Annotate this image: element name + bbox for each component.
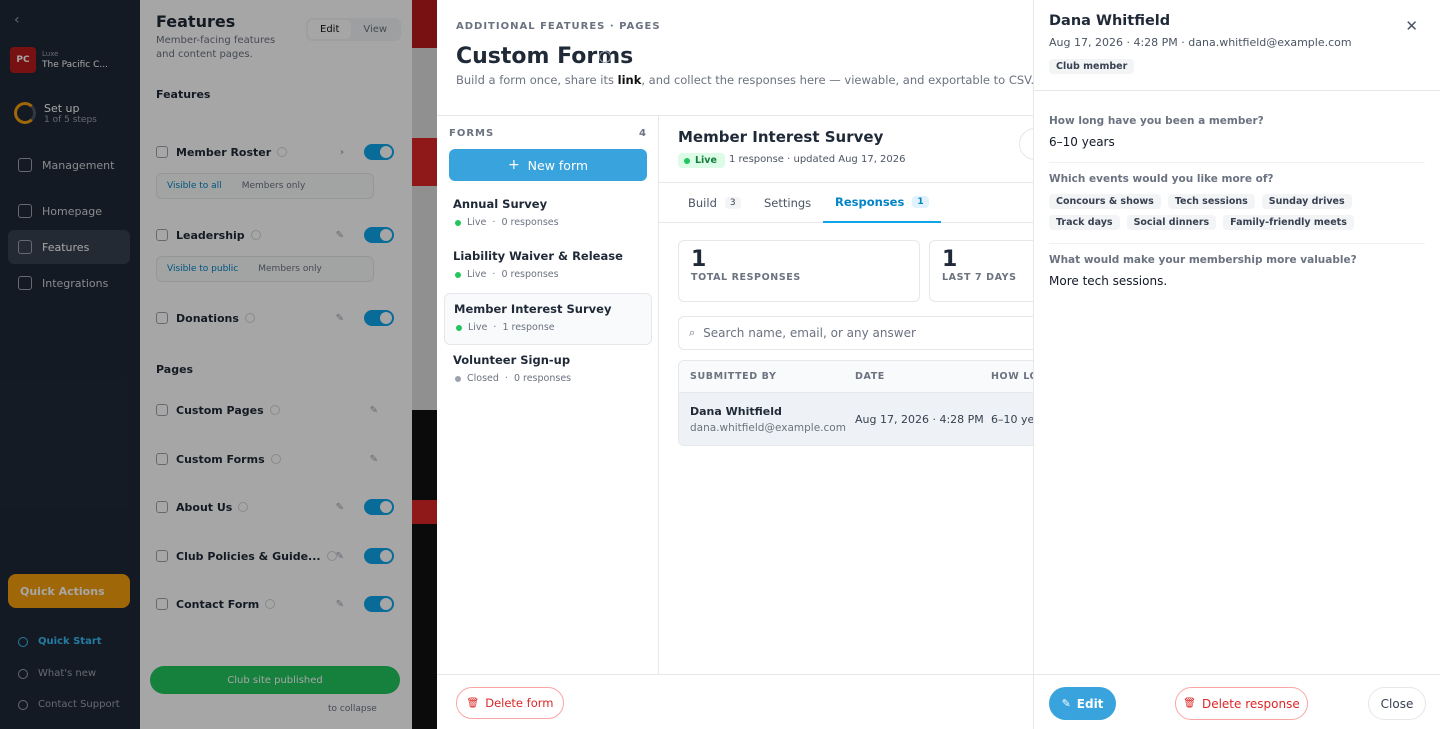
breadcrumb: ADDITIONAL FEATURES · PAGES	[456, 21, 661, 32]
table-row[interactable]: Dana Whitfield dana.whitfield@example.com…	[679, 393, 1033, 445]
answer-1: 6–10 years	[1049, 135, 1115, 149]
search-icon: ⌕	[689, 326, 696, 339]
status-badge: Live	[456, 322, 487, 333]
answer-2-chips: Concours & shows Tech sessions Sunday dr…	[1049, 194, 1429, 230]
tab-responses[interactable]: Responses 1	[823, 183, 941, 223]
modal-footer: 🗑 Delete form	[437, 674, 1033, 729]
question-1: How long have you been a member?	[1049, 115, 1264, 127]
question-3: What would make your membership more val…	[1049, 254, 1357, 266]
answer-3: More tech sessions.	[1049, 274, 1168, 288]
form-detail: Member Interest Survey Live 1 response ·…	[659, 116, 1033, 674]
response-how-long: 6–10 yea	[991, 412, 1033, 426]
responses-table: SUBMITTED BY DATE HOW LO Dana Whitfield d…	[678, 360, 1033, 446]
table-header: SUBMITTED BY DATE HOW LO	[679, 361, 1033, 393]
close-button[interactable]: Close	[1368, 687, 1426, 720]
stat-total-responses: 1 TOTAL RESPONSES	[678, 240, 920, 302]
form-item-member-interest-survey[interactable]: Member Interest Survey Live · 1 response	[444, 293, 652, 345]
modal-backdrop[interactable]	[0, 0, 437, 729]
preview-button[interactable]	[1019, 128, 1033, 160]
chip: Concours & shows	[1049, 194, 1161, 209]
response-meta: Aug 17, 2026 · 4:28 PM · dana.whitfield@…	[1049, 36, 1352, 49]
close-icon[interactable]: ✕	[1405, 17, 1418, 35]
response-date: Aug 17, 2026 · 4:28 PM	[855, 412, 984, 426]
chip: Sunday drives	[1261, 194, 1352, 209]
forms-count: 4	[639, 128, 647, 139]
custom-forms-modal: ADDITIONAL FEATURES · PAGES Custom Forms…	[437, 0, 1035, 729]
chip: Family-friendly meets	[1223, 215, 1354, 230]
form-item-annual-survey[interactable]: Annual Survey Live · 0 responses	[444, 189, 652, 241]
status-badge: Live	[455, 217, 486, 228]
pencil-icon: ✎	[1061, 697, 1071, 710]
chip: Social dinners	[1126, 215, 1217, 230]
form-meta: 1 response · updated Aug 17, 2026	[729, 154, 906, 165]
info-icon[interactable]	[599, 51, 611, 63]
tab-settings[interactable]: Settings	[764, 183, 811, 223]
status-badge: Live	[678, 153, 725, 168]
form-title: Member Interest Survey	[678, 128, 884, 146]
share-link[interactable]: link	[618, 73, 642, 87]
plus-icon: +	[507, 157, 520, 173]
form-item-liability-waiver[interactable]: Liability Waiver & Release Live · 0 respon…	[444, 241, 652, 293]
tab-build[interactable]: Build 3	[688, 183, 741, 223]
status-badge: Closed	[455, 373, 499, 384]
chip: Track days	[1049, 215, 1120, 230]
status-badge: Live	[455, 269, 486, 280]
trash-icon: 🗑	[1183, 698, 1196, 709]
respondent-email: dana.whitfield@example.com	[690, 421, 846, 434]
response-search-input[interactable]: ⌕ Search name, email, or any answer	[678, 316, 1033, 350]
respondent-name: Dana Whitfield	[690, 404, 782, 418]
trash-icon: 🗑	[466, 697, 480, 709]
member-badge: Club member	[1049, 59, 1135, 74]
panel-footer: ✎ Edit 🗑 Delete response Close	[1034, 674, 1440, 729]
col-date[interactable]: DATE	[855, 361, 885, 392]
new-form-button[interactable]: + New form	[449, 149, 647, 181]
delete-response-button[interactable]: 🗑 Delete response	[1175, 687, 1308, 720]
delete-form-button[interactable]: 🗑 Delete form	[456, 687, 564, 719]
respondent-name: Dana Whitfield	[1049, 13, 1171, 29]
form-tabs: Build 3 Settings Responses 1	[659, 182, 1033, 223]
col-submitted-by[interactable]: SUBMITTED BY	[690, 361, 776, 392]
col-how-long[interactable]: HOW LO	[991, 361, 1033, 392]
modal-description: Build a form once, share its link, and c…	[456, 73, 1035, 87]
stat-last-7-days: 1 LAST 7 DAYS	[929, 240, 1033, 302]
form-item-volunteer-signup[interactable]: Volunteer Sign-up Closed · 0 responses	[444, 345, 652, 397]
forms-label: FORMS	[449, 128, 495, 139]
question-2: Which events would you like more of?	[1049, 173, 1274, 185]
edit-response-button[interactable]: ✎ Edit	[1049, 687, 1116, 720]
forms-list: FORMS 4 + New form Annual Survey Live · 0 re…	[437, 116, 659, 674]
response-detail-panel: Dana Whitfield Aug 17, 2026 · 4:28 PM · …	[1033, 0, 1440, 729]
chip: Tech sessions	[1167, 194, 1255, 209]
